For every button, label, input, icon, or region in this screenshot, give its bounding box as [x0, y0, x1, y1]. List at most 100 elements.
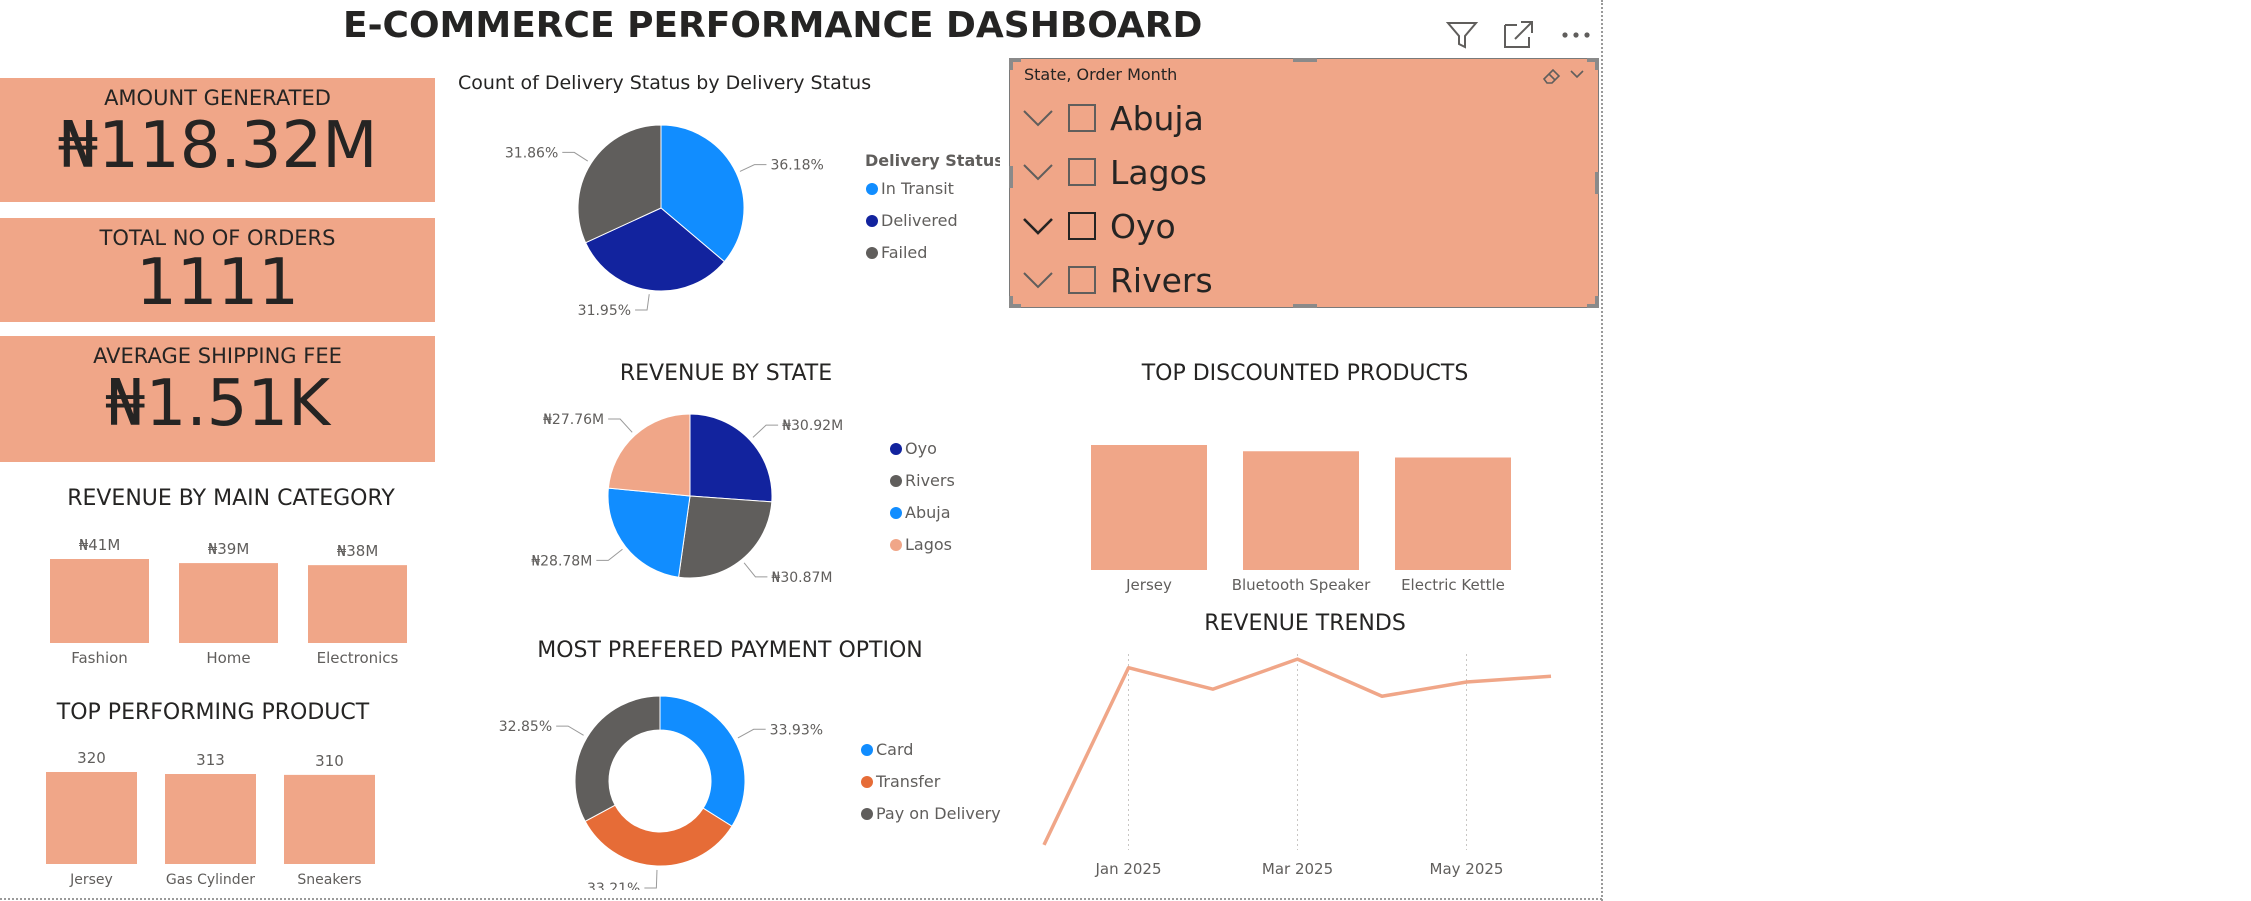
- x-tick-label: Jan 2025: [1094, 860, 1161, 878]
- eraser-icon[interactable]: [1540, 63, 1564, 87]
- legend-marker: [861, 744, 873, 756]
- slicer-item-label: Lagos: [1110, 152, 1207, 192]
- slicer-item-label: Abuja: [1110, 98, 1204, 138]
- leader-line: [737, 728, 766, 739]
- state-order-month-slicer[interactable]: State, Order Month Abuja Lagos Oyo River…: [1009, 58, 1599, 308]
- chart-title: TOP PERFORMING PRODUCT: [56, 700, 370, 725]
- data-label: ₦28.78M: [531, 553, 592, 569]
- data-label: ₦27.76M: [543, 412, 604, 428]
- dashboard-canvas: E-COMMERCE PERFORMANCE DASHBOARD AMOUNT …: [0, 0, 2251, 901]
- chevron-down-icon[interactable]: [1020, 157, 1056, 187]
- slicer-item-abuja[interactable]: Abuja: [1020, 93, 1420, 143]
- leader-line: [608, 418, 633, 433]
- kpi-value: ₦118.32M: [57, 109, 378, 183]
- legend-marker: [890, 475, 902, 487]
- resize-handle[interactable]: [1595, 172, 1599, 194]
- chart-title: TOP DISCOUNTED PRODUCTS: [1141, 361, 1469, 386]
- data-label: 31.86%: [505, 145, 558, 161]
- page-title: E-COMMERCE PERFORMANCE DASHBOARD: [343, 5, 1203, 46]
- legend-marker: [866, 183, 878, 195]
- revenue-by-state-pie-chart: REVENUE BY STATE ₦30.92M ₦30.87M ₦28.78M ₦27…: [531, 361, 955, 586]
- resize-handle[interactable]: [1009, 304, 1021, 308]
- data-label: ₦30.92M: [782, 418, 843, 434]
- more-options-icon[interactable]: [1558, 17, 1594, 53]
- kpi-total-orders: TOTAL NO OF ORDERS 1111: [0, 218, 435, 322]
- revenue-trends-line-chart: REVENUE TRENDS Jan 2025 Mar 2025 May 2025: [1042, 611, 1552, 878]
- category-label: Jersey: [1125, 576, 1172, 594]
- data-label: 32.85%: [499, 719, 552, 735]
- kpi-amount-generated: AMOUNT GENERATED ₦118.32M: [0, 78, 435, 202]
- slicer-item-oyo[interactable]: Oyo: [1020, 201, 1420, 251]
- resize-handle[interactable]: [1009, 166, 1013, 188]
- pie-slice: [607, 413, 691, 497]
- chevron-down-icon[interactable]: [1566, 63, 1588, 85]
- leader-line: [752, 424, 779, 438]
- legend-title: Delivery Status: [865, 151, 1000, 170]
- resize-handle[interactable]: [1595, 296, 1599, 308]
- legend-marker: [861, 808, 873, 820]
- delivery-status-pie-chart: Count of Delivery Status by Delivery Sta…: [458, 72, 1000, 319]
- chevron-down-icon[interactable]: [1020, 211, 1056, 241]
- resize-handle[interactable]: [1009, 58, 1013, 70]
- pie-slice: [689, 413, 773, 503]
- leader-line: [556, 725, 584, 736]
- leader-line: [644, 869, 658, 889]
- chart-title: Count of Delivery Status by Delivery Sta…: [458, 72, 871, 94]
- slicer-item-label: Oyo: [1110, 206, 1176, 246]
- category-label: Gas Cylinder: [166, 872, 255, 888]
- data-label: 33.21%: [587, 881, 640, 890]
- bar: [308, 565, 407, 643]
- data-label: 310: [315, 752, 344, 770]
- kpi-label: AMOUNT GENERATED: [104, 86, 331, 110]
- slicer-item-lagos[interactable]: Lagos: [1020, 147, 1420, 197]
- legend-label: Rivers: [905, 471, 955, 490]
- leader-line: [743, 562, 768, 578]
- data-label: 36.18%: [770, 158, 823, 174]
- legend-label: In Transit: [881, 179, 954, 198]
- chevron-down-icon[interactable]: [1020, 103, 1056, 133]
- resize-handle[interactable]: [1293, 58, 1317, 62]
- checkbox[interactable]: [1068, 266, 1096, 294]
- slicer-title: State, Order Month: [1024, 65, 1178, 84]
- chart-title: MOST PREFERED PAYMENT OPTION: [537, 638, 923, 663]
- leader-line: [739, 164, 767, 172]
- category-label: Home: [206, 649, 250, 667]
- checkbox[interactable]: [1068, 104, 1096, 132]
- pie-slice: [659, 695, 746, 827]
- top-discounted-products-bar-chart: TOP DISCOUNTED PRODUCTS Jersey Bluetooth S…: [1091, 361, 1511, 594]
- chevron-down-icon[interactable]: [1020, 265, 1056, 295]
- x-tick-label: Mar 2025: [1262, 860, 1333, 878]
- category-label: Electric Kettle: [1401, 576, 1505, 594]
- filter-icon[interactable]: [1444, 17, 1480, 53]
- category-label: Jersey: [69, 872, 113, 888]
- legend-marker: [890, 539, 902, 551]
- kpi-value: ₦1.51K: [104, 367, 331, 441]
- bar: [50, 559, 149, 643]
- data-label: ₦39M: [208, 540, 250, 558]
- focus-mode-icon[interactable]: [1501, 17, 1537, 53]
- pie-slice: [678, 495, 773, 579]
- category-label: Fashion: [71, 649, 128, 667]
- checkbox[interactable]: [1068, 212, 1096, 240]
- pie-slice: [584, 804, 733, 867]
- payment-option-donut-chart: MOST PREFERED PAYMENT OPTION 33.93% 33.21%…: [499, 638, 1001, 890]
- bar: [1243, 451, 1359, 570]
- slicer-item-label: Rivers: [1110, 260, 1213, 300]
- legend-marker: [890, 443, 902, 455]
- kpi-label: AVERAGE SHIPPING FEE: [93, 344, 342, 368]
- report-page-border: [0, 898, 1602, 900]
- slicer-item-rivers[interactable]: Rivers: [1020, 255, 1420, 305]
- leader-line: [596, 548, 623, 561]
- chart-title: REVENUE TRENDS: [1204, 611, 1406, 636]
- series-line: [1042, 657, 1552, 846]
- checkbox[interactable]: [1068, 158, 1096, 186]
- bar: [284, 774, 375, 864]
- legend-label: Pay on Delivery: [876, 804, 1001, 823]
- legend-label: Card: [876, 740, 913, 759]
- chart-title: REVENUE BY MAIN CATEGORY: [67, 486, 395, 511]
- legend-label: Delivered: [881, 211, 958, 230]
- bar: [165, 774, 256, 864]
- resize-handle[interactable]: [1595, 58, 1599, 70]
- pie-slice: [574, 695, 661, 822]
- resize-handle[interactable]: [1293, 304, 1317, 308]
